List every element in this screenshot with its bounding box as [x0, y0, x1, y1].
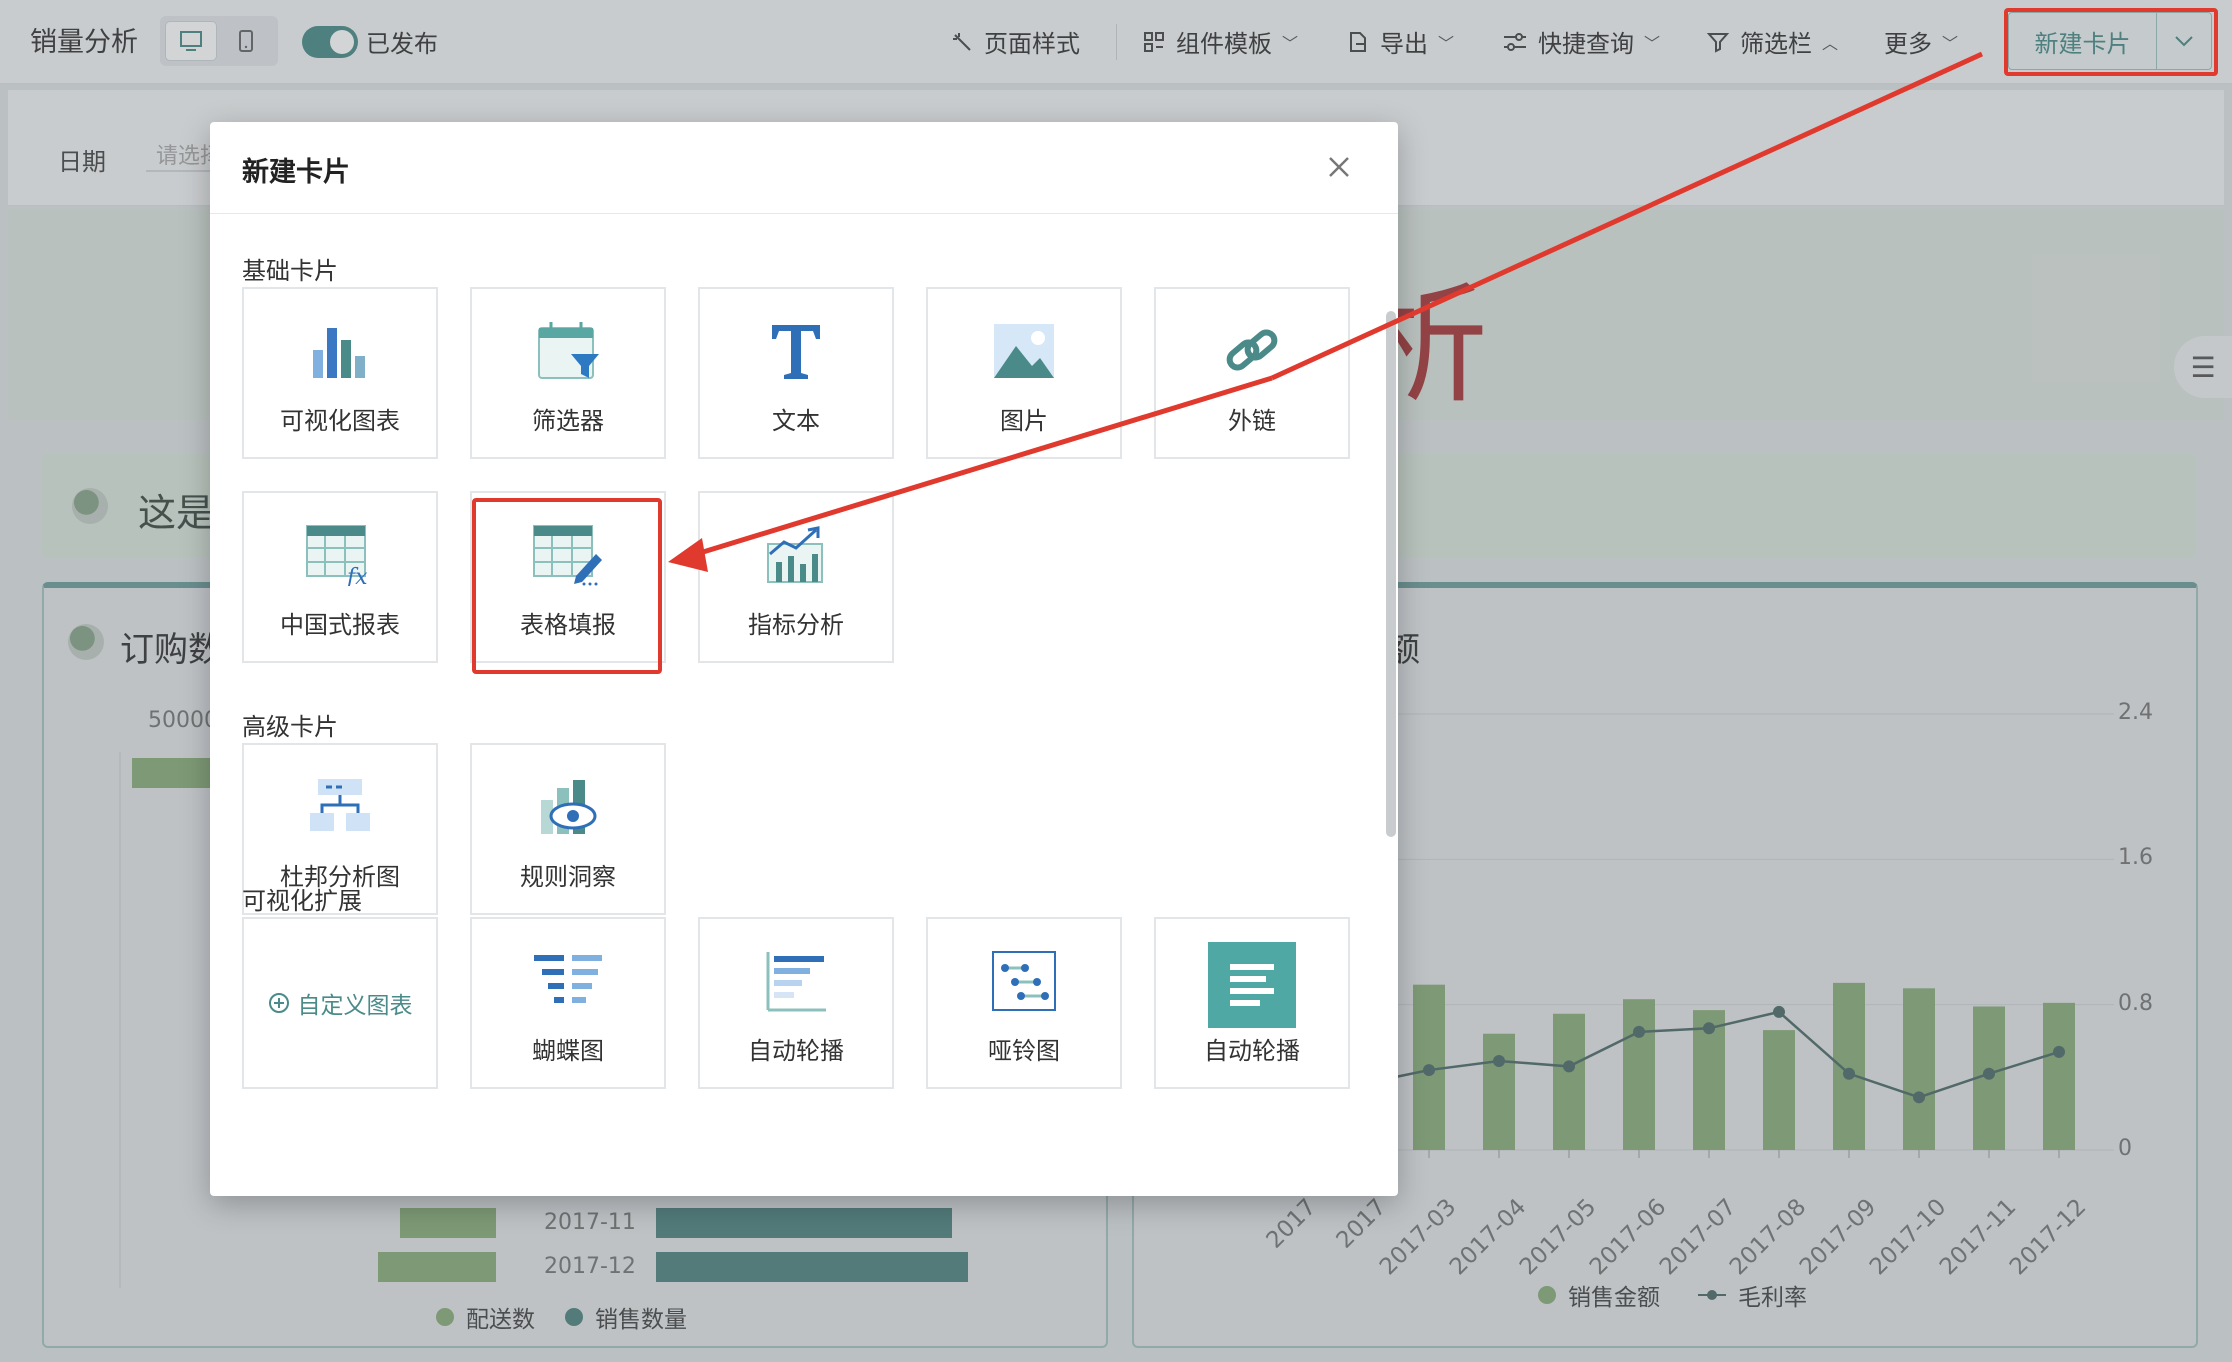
tile-label: 哑铃图 — [988, 1037, 1060, 1065]
image-icon — [928, 313, 1120, 389]
tile-filter[interactable]: 筛选器 — [470, 287, 666, 459]
tile-label: 图片 — [1000, 407, 1048, 435]
tile-image[interactable]: 图片 — [926, 287, 1122, 459]
new-card-dialog: 新建卡片 基础卡片 可视化图表 筛选器 文本 图片 外链 fx 中国式报表 表格… — [210, 122, 1398, 1196]
tile-label: 指标分析 — [748, 611, 844, 639]
tile-label: 自动轮播 — [748, 1037, 844, 1065]
filter-calendar-icon — [472, 313, 664, 389]
close-icon — [1329, 157, 1349, 177]
tile-label: 自动轮播 — [1204, 1037, 1300, 1065]
dialog-title: 新建卡片 — [242, 157, 350, 188]
table-fx-icon: fx — [244, 517, 436, 593]
tile-label: 筛选器 — [532, 407, 604, 435]
tile-label: 文本 — [772, 407, 820, 435]
tile-chinese-report[interactable]: fx 中国式报表 — [242, 491, 438, 663]
plus-circle-icon — [268, 993, 289, 1013]
eye-chart-icon — [472, 769, 664, 845]
tile-visual-chart[interactable]: 可视化图表 — [242, 287, 438, 459]
tile-dumbbell-chart[interactable]: 哑铃图 — [926, 917, 1122, 1089]
dialog-header: 新建卡片 — [210, 122, 1398, 214]
section-title-advanced: 高级卡片 — [242, 713, 338, 741]
carousel-list-icon — [700, 943, 892, 1019]
link-icon — [1156, 313, 1348, 389]
highlight-new-card-button — [2004, 8, 2218, 76]
tile-text[interactable]: 文本 — [698, 287, 894, 459]
tile-custom-chart[interactable]: 自定义图表 — [242, 917, 438, 1089]
svg-text:fx: fx — [345, 565, 368, 586]
butterfly-chart-icon — [472, 943, 664, 1019]
bar-chart-icon — [244, 313, 436, 389]
tile-external-link[interactable]: 外链 — [1154, 287, 1350, 459]
tile-label: 规则洞察 — [520, 863, 616, 891]
carousel-text-icon — [1156, 942, 1348, 1028]
tile-label: 可视化图表 — [280, 407, 400, 435]
tile-label: 蝴蝶图 — [532, 1037, 604, 1065]
dumbbell-chart-icon — [928, 943, 1120, 1019]
dialog-body: 基础卡片 可视化图表 筛选器 文本 图片 外链 fx 中国式报表 表格填报 指标… — [210, 215, 1398, 1196]
tile-rule-insight[interactable]: 规则洞察 — [470, 743, 666, 915]
tile-label: 自定义图表 — [297, 993, 413, 1019]
tile-butterfly-chart[interactable]: 蝴蝶图 — [470, 917, 666, 1089]
dialog-close-button[interactable] — [1320, 148, 1358, 186]
dialog-scrollbar[interactable] — [1386, 311, 1396, 837]
tree-diagram-icon — [244, 769, 436, 845]
section-title-basic: 基础卡片 — [242, 257, 338, 285]
text-t-icon — [700, 313, 892, 389]
tile-label: 中国式报表 — [280, 611, 400, 639]
section-title-extensions: 可视化扩展 — [242, 887, 362, 915]
tile-auto-carousel-text[interactable]: 自动轮播 — [1154, 917, 1350, 1089]
tile-metric-analysis[interactable]: 指标分析 — [698, 491, 894, 663]
highlight-table-fill-tile — [472, 498, 662, 674]
tile-auto-carousel-list[interactable]: 自动轮播 — [698, 917, 894, 1089]
metric-chart-icon — [700, 517, 892, 593]
tile-label: 外链 — [1228, 407, 1276, 435]
